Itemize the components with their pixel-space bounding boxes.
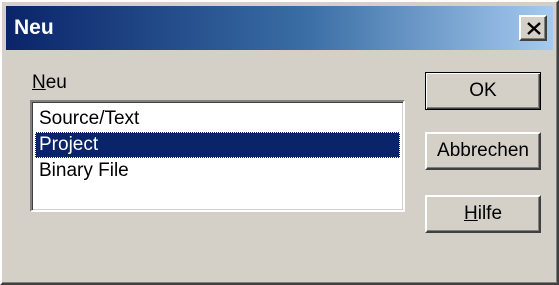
title-bar[interactable]: Neu: [6, 6, 553, 50]
list-label-accel: N: [32, 72, 46, 93]
help-button-accel: H: [463, 203, 478, 224]
help-button[interactable]: Hilfe: [425, 195, 541, 233]
close-icon: [527, 22, 541, 35]
type-listbox[interactable]: Source/Text Project Binary File: [30, 100, 405, 212]
window-title: Neu: [14, 16, 54, 39]
list-item-project[interactable]: Project: [35, 132, 400, 158]
help-button-rest: ilfe: [477, 203, 503, 224]
dialog-window: Neu Neu Source/Text Project Binary File …: [0, 0, 559, 285]
list-label: Neu: [32, 72, 67, 94]
cancel-button[interactable]: Abbrechen: [425, 132, 541, 170]
close-button[interactable]: [519, 15, 547, 41]
list-item-source-text[interactable]: Source/Text: [35, 106, 400, 132]
list-label-rest: eu: [45, 72, 67, 93]
list-item-binary-file[interactable]: Binary File: [35, 158, 400, 184]
ok-button[interactable]: OK: [425, 72, 541, 110]
